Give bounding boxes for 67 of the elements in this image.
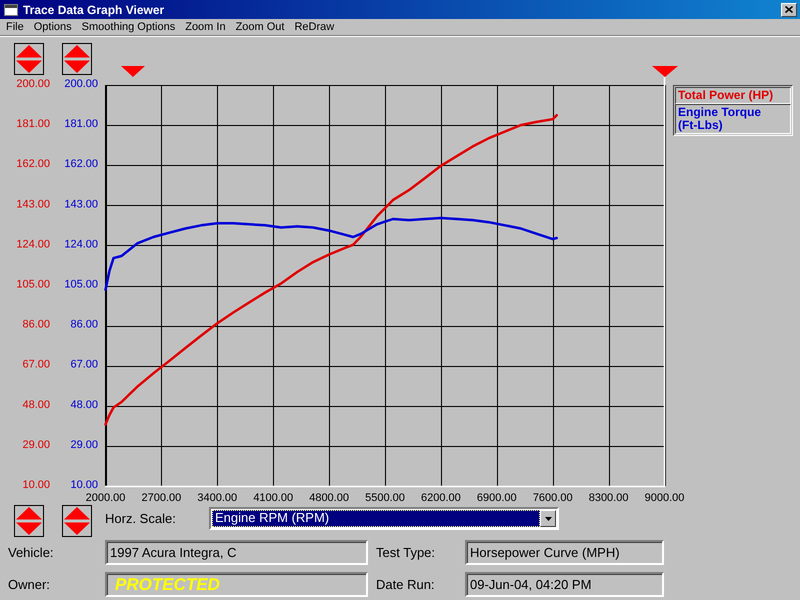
axis-label: 200.00 bbox=[64, 78, 98, 90]
axis-label: 86.00 bbox=[22, 318, 50, 331]
caret-down-icon bbox=[544, 516, 552, 520]
axis-label: 105.00 bbox=[16, 278, 50, 290]
field-label: Vehicle: bbox=[8, 544, 54, 562]
axis-label: 4800.00 bbox=[309, 492, 349, 504]
axis-label: 48.00 bbox=[22, 398, 50, 411]
axis-label: 29.00 bbox=[70, 438, 98, 451]
close-icon bbox=[785, 6, 793, 13]
axis-label: 2000.00 bbox=[86, 492, 126, 504]
field-label: Horz. Scale: bbox=[105, 510, 177, 528]
up-down-button[interactable] bbox=[14, 505, 44, 537]
axis-label: 181.00 bbox=[16, 118, 50, 130]
axis-label: 29.00 bbox=[22, 438, 50, 451]
field-label: Date Run: bbox=[376, 576, 435, 594]
legend-item: Total Power (HP) bbox=[675, 87, 791, 104]
axis-label: 143.00 bbox=[16, 198, 50, 210]
axis-label: 124.00 bbox=[16, 238, 50, 250]
close-button[interactable] bbox=[781, 2, 797, 16]
up-down-button[interactable] bbox=[14, 43, 44, 75]
window-icon bbox=[4, 4, 18, 16]
up-down-arrows-icon bbox=[16, 45, 42, 73]
menu-item[interactable]: Options bbox=[34, 20, 72, 34]
window-title: Trace Data Graph Viewer bbox=[23, 2, 164, 18]
up-down-arrows-icon bbox=[16, 507, 42, 535]
axis-label: 5500.00 bbox=[365, 492, 405, 504]
axis-label: 6200.00 bbox=[421, 492, 461, 504]
axis-label: 181.00 bbox=[64, 118, 98, 130]
axis-label: 3400.00 bbox=[197, 492, 238, 504]
menu-item[interactable]: File bbox=[6, 20, 24, 34]
axis-label: 7600.00 bbox=[532, 492, 573, 504]
menu-item[interactable]: Zoom Out bbox=[236, 20, 284, 34]
up-down-arrows-icon bbox=[64, 507, 90, 535]
axis-label: 200.00 bbox=[16, 78, 50, 90]
selected-value: Engine RPM (RPM) bbox=[212, 510, 540, 527]
axis-label: 8300.00 bbox=[588, 492, 628, 504]
axis-label: 162.00 bbox=[16, 158, 50, 170]
axis-label: 67.00 bbox=[70, 358, 98, 371]
up-down-button[interactable] bbox=[62, 43, 92, 75]
legend-item: Engine Torque (Ft-Lbs) bbox=[675, 104, 791, 134]
up-down-arrows-icon bbox=[64, 45, 90, 73]
scale-dropdown[interactable]: Engine RPM (RPM) bbox=[209, 507, 559, 530]
field-label: Test Type: bbox=[376, 544, 436, 562]
menu-item[interactable]: Smoothing Options bbox=[82, 20, 176, 34]
menu-item[interactable]: ReDraw bbox=[294, 20, 334, 34]
axis-label: 124.00 bbox=[64, 238, 98, 250]
text-field[interactable]: 1997 Acura Integra, C bbox=[105, 540, 368, 565]
axis-label: 9000.00 bbox=[644, 492, 684, 504]
axis-label: 105.00 bbox=[64, 278, 98, 290]
dropdown-button[interactable] bbox=[540, 510, 556, 527]
axis-label: 67.00 bbox=[22, 358, 50, 371]
up-down-button[interactable] bbox=[62, 505, 92, 537]
axis-label: 2700.00 bbox=[142, 492, 182, 504]
text-field[interactable]: Horsepower Curve (MPH) bbox=[465, 540, 664, 565]
axis-label: 10.00 bbox=[70, 479, 98, 491]
axis-label: 48.00 bbox=[70, 398, 98, 411]
axis-label: 143.00 bbox=[64, 198, 98, 210]
field-label: Owner: bbox=[8, 576, 50, 594]
axis-label: 4100.00 bbox=[253, 492, 294, 504]
triangle-marker-icon[interactable] bbox=[652, 66, 678, 77]
axis-label: 162.00 bbox=[64, 158, 98, 170]
axis-label: 6900.00 bbox=[476, 492, 517, 504]
axis-label: 10.00 bbox=[22, 479, 50, 491]
text-field[interactable]: 09-Jun-04, 04:20 PM bbox=[465, 572, 664, 597]
triangle-marker-icon[interactable] bbox=[121, 66, 145, 77]
menu-item[interactable]: Zoom In bbox=[185, 20, 226, 34]
axis-label: 86.00 bbox=[70, 318, 98, 331]
